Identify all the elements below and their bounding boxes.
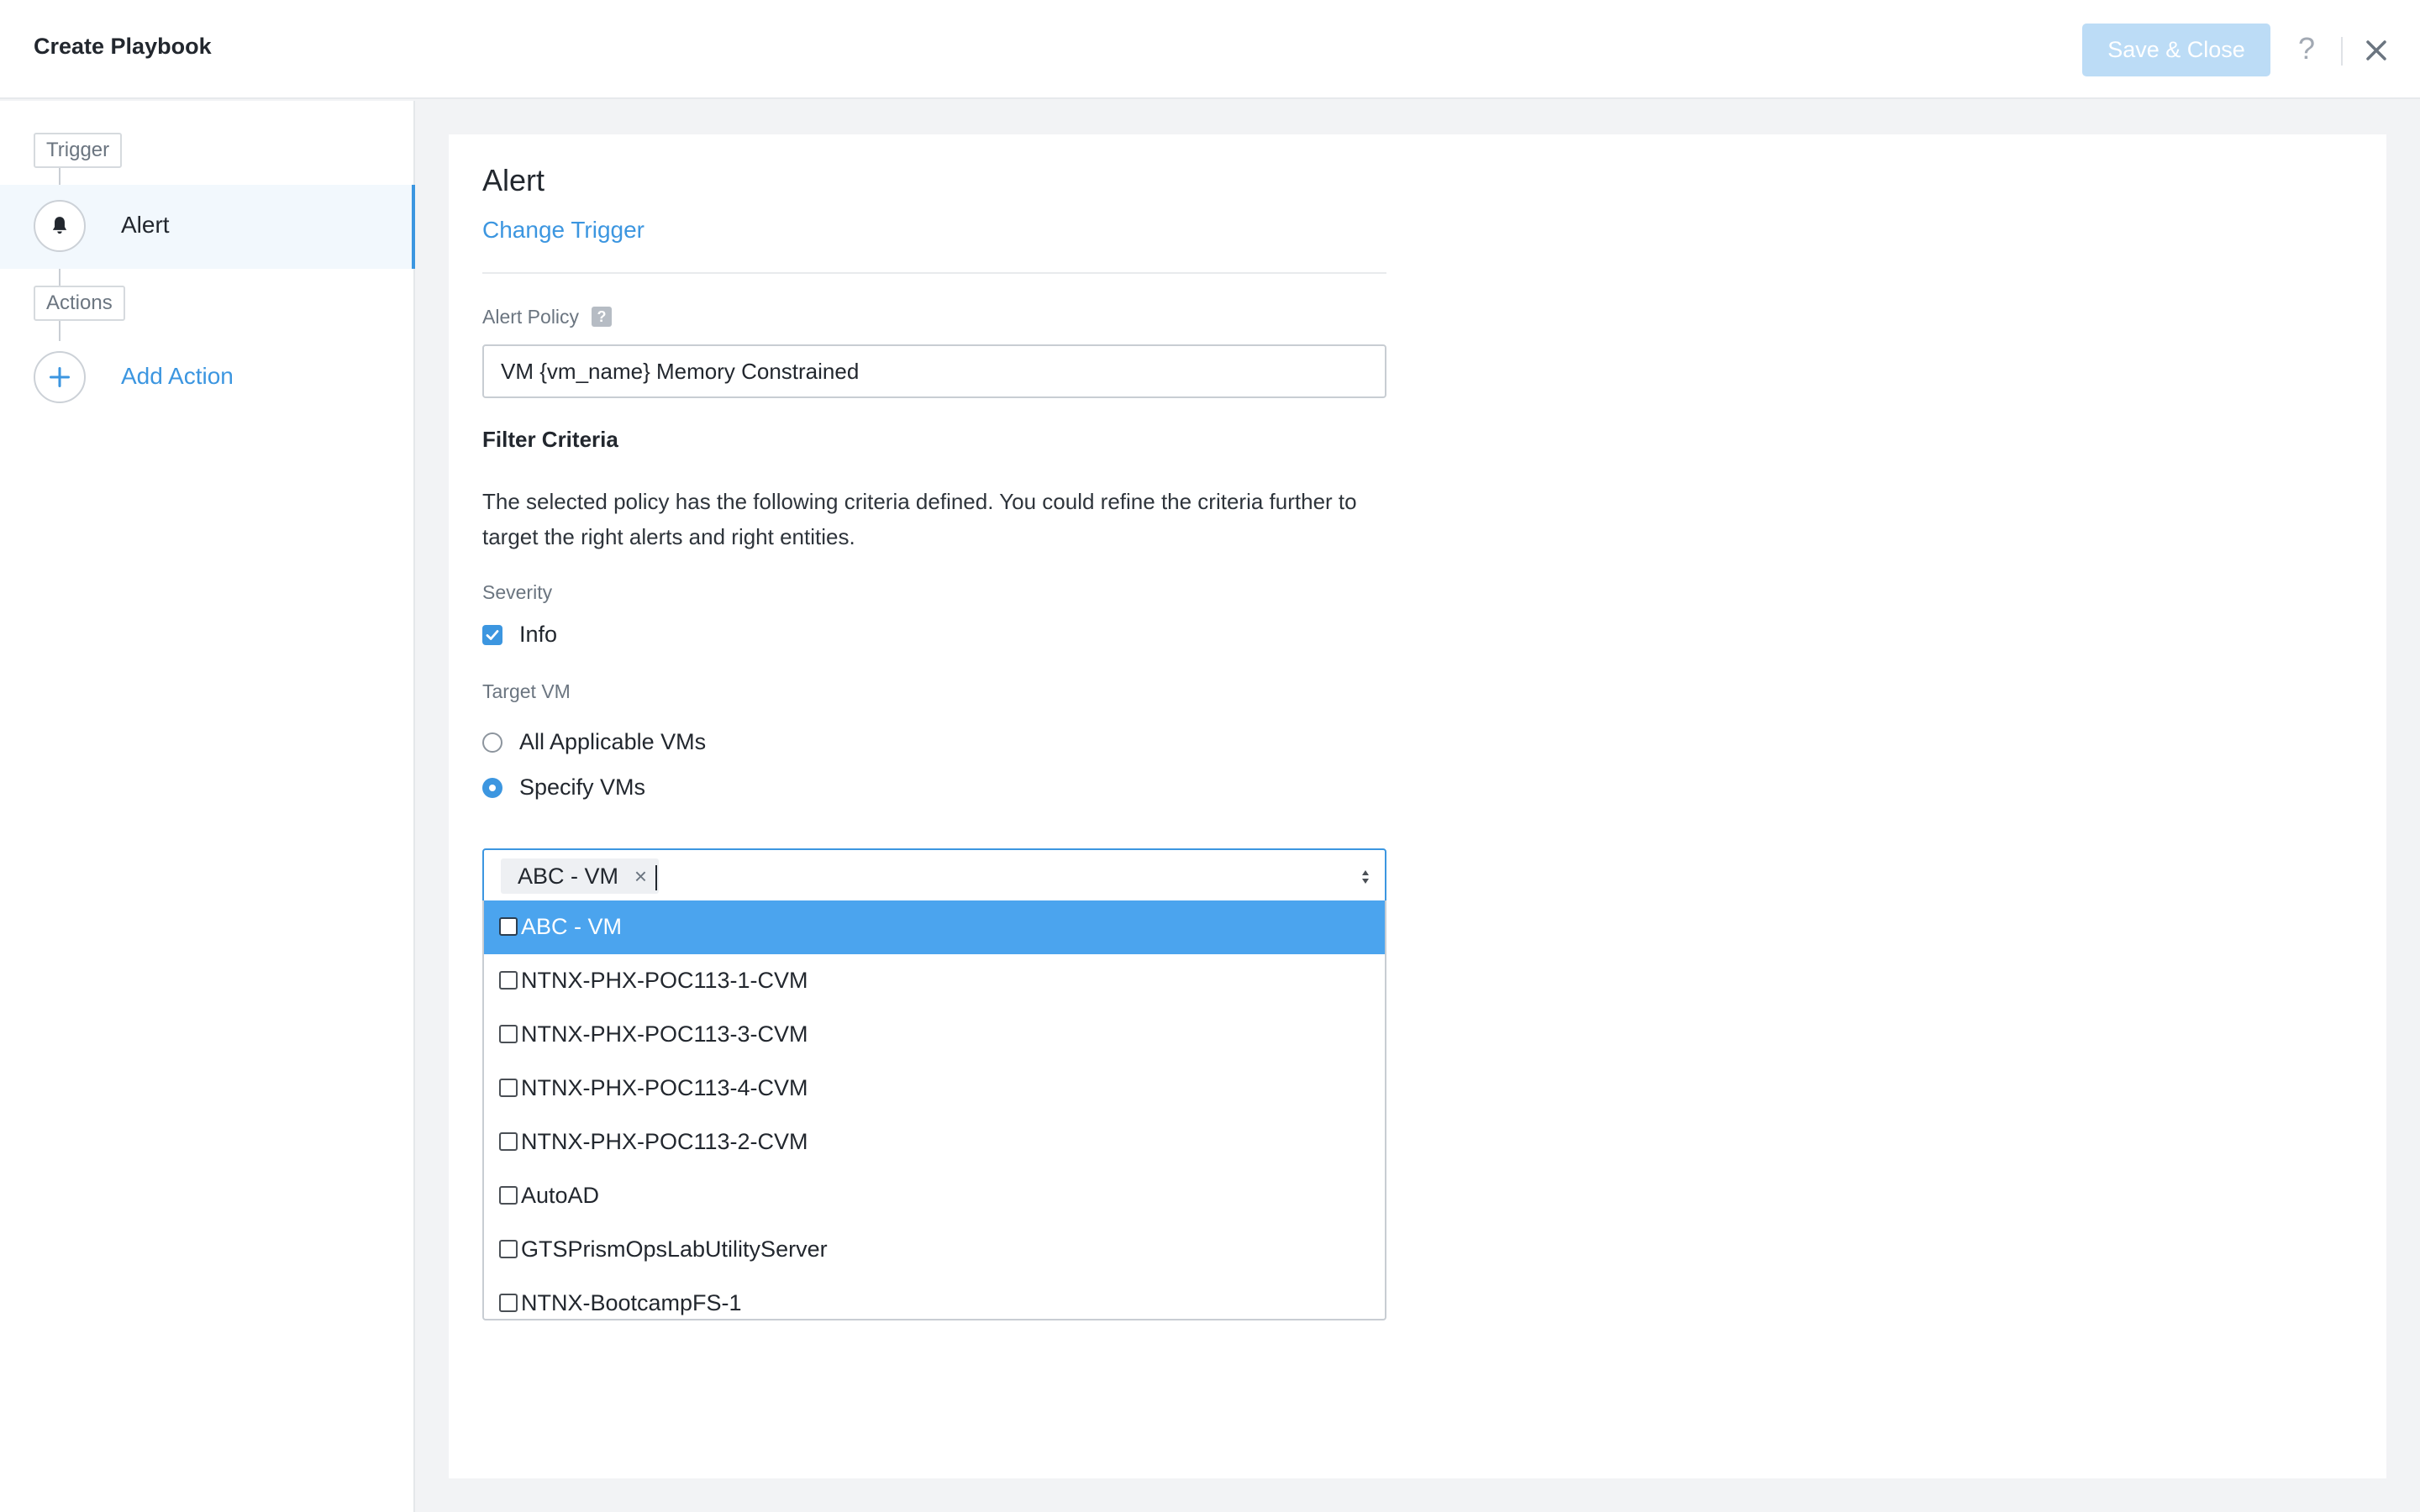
- dropdown-option[interactable]: ABC - VM: [484, 900, 1385, 954]
- option-label: NTNX-BootcampFS-1: [521, 1290, 742, 1315]
- help-badge-icon[interactable]: ?: [592, 307, 612, 327]
- sidebar-item-alert[interactable]: Alert: [0, 185, 415, 269]
- alert-policy-field[interactable]: [482, 344, 1386, 398]
- dropdown-option[interactable]: NTNX-PHX-POC113-2-CVM: [484, 1116, 1385, 1169]
- dropdown-option[interactable]: NTNX-PHX-POC113-4-CVM: [484, 1062, 1385, 1116]
- save-close-button[interactable]: Save & Close: [2082, 24, 2270, 76]
- step-sidebar: Trigger Alert Actions Add Action: [0, 101, 415, 1512]
- alert-policy-label: Alert Policy: [482, 306, 580, 328]
- bell-icon: [52, 217, 67, 234]
- option-label: NTNX-PHX-POC113-1-CVM: [521, 968, 808, 993]
- vm-dropdown-list[interactable]: ABC - VM NTNX-PHX-POC113-1-CVM NTNX-PHX-…: [482, 900, 1386, 1320]
- actions-tag: Actions: [34, 286, 125, 321]
- dropdown-option[interactable]: NTNX-BootcampFS-1: [484, 1277, 1385, 1319]
- option-checkbox[interactable]: [499, 1025, 518, 1043]
- trigger-tag: Trigger: [34, 133, 123, 168]
- sort-arrows-icon[interactable]: [1360, 867, 1371, 887]
- option-label: NTNX-PHX-POC113-3-CVM: [521, 1021, 808, 1047]
- trigger-title: Alert: [482, 163, 545, 197]
- dropdown-option[interactable]: AutoAD: [484, 1169, 1385, 1223]
- filter-criteria-heading: Filter Criteria: [482, 427, 618, 452]
- add-action-label: Add Action: [121, 363, 234, 389]
- filter-description: The selected policy has the following cr…: [482, 489, 1357, 549]
- help-icon[interactable]: ?: [2294, 30, 2319, 67]
- radio-all-vms[interactable]: [482, 732, 502, 753]
- dropdown-option[interactable]: GTSPrismOpsLabUtilityServer: [484, 1223, 1385, 1277]
- text-cursor: [655, 865, 657, 890]
- header-bar: Create Playbook Save & Close ?: [0, 0, 2420, 99]
- option-checkbox[interactable]: [499, 917, 518, 936]
- severity-info-checkbox[interactable]: [482, 625, 502, 645]
- option-checkbox[interactable]: [499, 971, 518, 990]
- severity-label: Severity: [482, 581, 553, 603]
- close-icon[interactable]: [2363, 37, 2390, 64]
- option-label: ABC - VM: [521, 914, 623, 939]
- option-checkbox[interactable]: [499, 1132, 518, 1151]
- option-checkbox[interactable]: [499, 1294, 518, 1312]
- selected-vm-chip: ABC - VM ×: [501, 858, 660, 894]
- dropdown-option[interactable]: NTNX-PHX-POC113-1-CVM: [484, 954, 1385, 1008]
- checkmark-icon: [486, 630, 499, 640]
- option-checkbox[interactable]: [499, 1186, 518, 1205]
- x-icon[interactable]: ×: [634, 858, 647, 894]
- plus-icon: [49, 366, 71, 388]
- option-label: NTNX-PHX-POC113-2-CVM: [521, 1129, 808, 1154]
- option-label: AutoAD: [521, 1183, 600, 1208]
- option-checkbox[interactable]: [499, 1240, 518, 1258]
- sidebar-item-label: Alert: [121, 212, 170, 238]
- connector-line: [59, 321, 60, 341]
- option-label: NTNX-PHX-POC113-4-CVM: [521, 1075, 808, 1100]
- trigger-circle: [34, 200, 86, 252]
- chip-label: ABC - VM: [518, 864, 619, 889]
- vm-multiselect[interactable]: ABC - VM ×: [482, 848, 1386, 902]
- header-divider: [2341, 37, 2343, 66]
- radio-specify-vms[interactable]: [482, 778, 502, 798]
- change-trigger-link[interactable]: Change Trigger: [482, 217, 644, 244]
- page-title: Create Playbook: [34, 34, 212, 59]
- option-checkbox[interactable]: [499, 1079, 518, 1097]
- divider: [482, 272, 1386, 274]
- dropdown-option[interactable]: NTNX-PHX-POC113-3-CVM: [484, 1008, 1385, 1062]
- severity-info-label: Info: [519, 622, 558, 647]
- option-label: GTSPrismOpsLabUtilityServer: [521, 1236, 828, 1262]
- trigger-config-panel: Alert Change Trigger Alert Policy ? Filt…: [449, 134, 2386, 1478]
- radio-all-vms-label: All Applicable VMs: [519, 729, 707, 754]
- add-circle: [34, 351, 86, 403]
- radio-specify-vms-label: Specify VMs: [519, 774, 646, 800]
- target-vm-label: Target VM: [482, 680, 571, 702]
